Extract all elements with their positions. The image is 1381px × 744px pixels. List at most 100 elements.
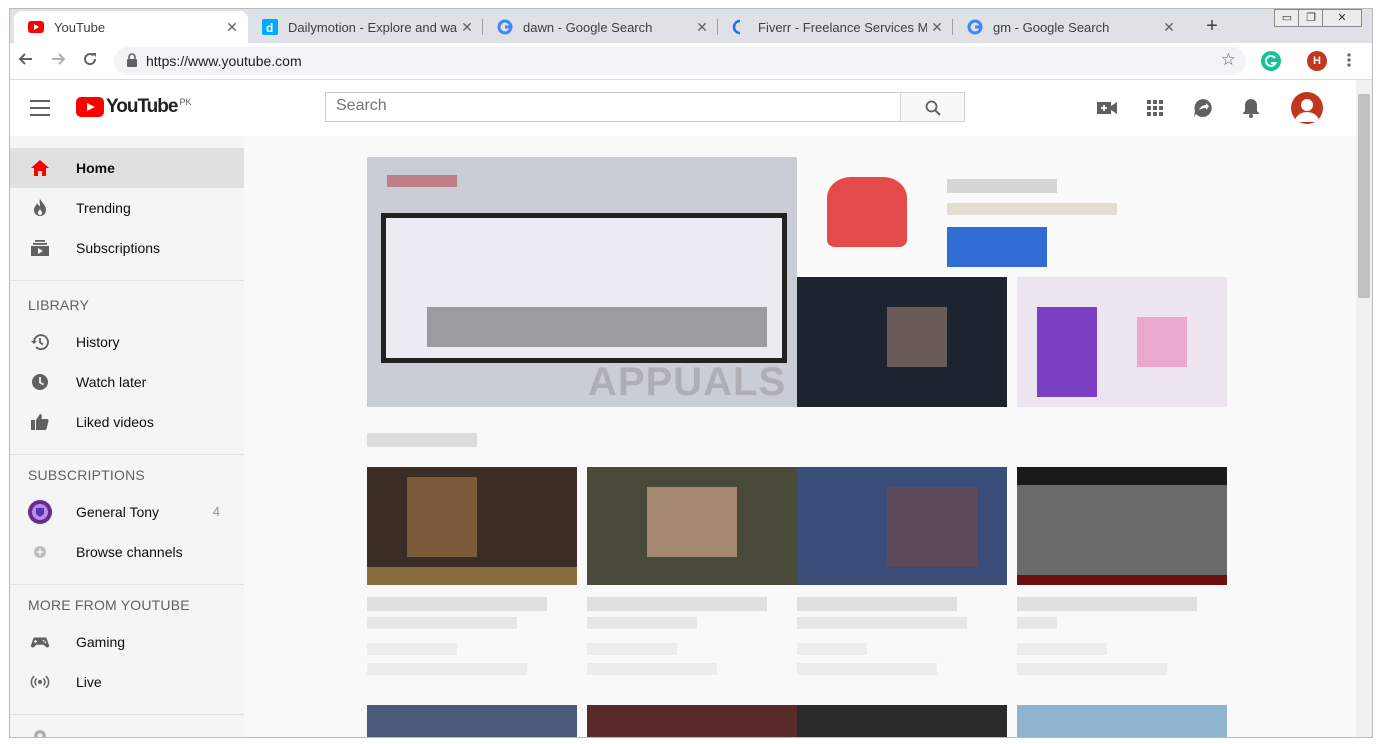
back-button[interactable] (14, 49, 38, 73)
account-avatar[interactable] (1291, 92, 1323, 124)
sidebar-item-subscriptions[interactable]: Subscriptions (10, 228, 244, 268)
notifications-button[interactable] (1239, 96, 1263, 120)
page-scrollbar[interactable] (1356, 80, 1372, 737)
reload-icon (84, 53, 97, 66)
sidebar-item-browse-channels[interactable]: Browse channels (10, 532, 244, 572)
featured-thumbnail-label-blur (387, 175, 457, 187)
create-video-button[interactable] (1095, 96, 1119, 120)
sidebar-item-liked-videos[interactable]: Liked videos (10, 402, 244, 442)
search-button[interactable] (900, 92, 965, 122)
close-icon[interactable]: ✕ (1159, 19, 1179, 36)
sidebar-divider (10, 280, 244, 281)
bookmark-star-icon[interactable]: ☆ (1221, 50, 1236, 70)
thumbnail-subject-blur (1137, 317, 1187, 367)
channel-logo-blur (827, 177, 907, 247)
history-icon (30, 332, 50, 352)
youtube-masthead: YouTube PK (10, 80, 1356, 136)
channel-title-blur (947, 179, 1057, 193)
video-camera-plus-icon (1097, 102, 1117, 114)
maximize-button[interactable]: ❐ (1298, 9, 1324, 27)
thumbs-up-icon (30, 412, 50, 432)
sidebar-item-live[interactable]: Live (10, 662, 244, 702)
sidebar-item-channel[interactable]: General Tony 4 (10, 492, 244, 532)
add-circle-icon (30, 542, 50, 562)
video-thumbnail[interactable] (1017, 467, 1227, 585)
sidebar-divider (10, 584, 244, 585)
browser-window: YouTube ✕ d Dailymotion - Explore and wa… (9, 8, 1373, 738)
tab-youtube[interactable]: YouTube ✕ (14, 11, 248, 43)
dailymotion-favicon-icon: d (262, 19, 278, 35)
channel-avatar (28, 500, 52, 524)
video-meta-blur (587, 663, 717, 675)
google-favicon-icon (967, 19, 983, 35)
close-icon[interactable]: ✕ (692, 19, 712, 36)
clock-icon (30, 372, 50, 392)
tab-fiverr[interactable]: Fiverr - Freelance Services Mark ✕ (718, 11, 953, 43)
reload-button[interactable] (78, 49, 102, 73)
tab-strip: YouTube ✕ d Dailymotion - Explore and wa… (10, 9, 1372, 43)
tab-title: Dailymotion - Explore and watch (288, 19, 457, 35)
video-thumbnail[interactable] (1017, 277, 1227, 407)
hamburger-menu-icon[interactable] (30, 100, 50, 116)
thumbnail-subject-blur (887, 487, 977, 567)
close-icon[interactable]: ✕ (222, 19, 242, 36)
youtube-logo[interactable]: YouTube PK (76, 97, 191, 119)
sidebar-item-gaming[interactable]: Gaming (10, 622, 244, 662)
share-chat-icon (1194, 99, 1212, 117)
address-bar[interactable]: ☆ (114, 47, 1246, 75)
tab-gm-search[interactable]: gm - Google Search ✕ (953, 11, 1185, 43)
profile-avatar[interactable]: H (1307, 51, 1327, 71)
thumbnail-subject-blur (1037, 307, 1097, 397)
video-thumbnail[interactable] (1017, 705, 1227, 737)
video-thumbnail[interactable] (797, 705, 1007, 737)
close-icon[interactable]: ✕ (927, 19, 947, 36)
shelf-title-blur (367, 433, 477, 447)
video-thumbnail[interactable] (797, 277, 1007, 407)
subscriptions-heading: SUBSCRIPTIONS (28, 467, 145, 483)
minimize-button[interactable]: ▭ (1274, 9, 1300, 27)
video-title-blur (1017, 617, 1057, 629)
video-meta-blur (367, 643, 457, 655)
settings-gear-icon[interactable] (30, 726, 50, 737)
channel-banner[interactable] (797, 157, 1227, 277)
new-tab-button[interactable]: + (1200, 15, 1224, 39)
search-box[interactable] (325, 92, 901, 122)
video-thumbnail[interactable] (797, 467, 1007, 585)
close-icon[interactable]: ✕ (457, 19, 477, 36)
sidebar-item-label: Liked videos (76, 414, 154, 430)
sidebar-item-trending[interactable]: Trending (10, 188, 244, 228)
youtube-page: YouTube PK Search Home Trending Subscrip… (10, 80, 1372, 737)
tab-dawn-search[interactable]: dawn - Google Search ✕ (483, 11, 718, 43)
user-avatar-icon (1295, 99, 1319, 122)
google-favicon-icon (497, 19, 513, 35)
video-thumbnail[interactable] (367, 705, 577, 737)
kebab-menu-icon (1347, 53, 1351, 67)
url-input[interactable] (146, 53, 1146, 69)
watermark-text: APPUALS (588, 360, 787, 404)
sidebar-item-watch-later[interactable]: Watch later (10, 362, 244, 402)
tab-title: gm - Google Search (993, 19, 1110, 35)
apps-button[interactable] (1143, 96, 1167, 120)
chrome-menu-button[interactable] (1337, 49, 1361, 73)
sidebar-item-label: Home (76, 160, 115, 176)
grammarly-extension-icon[interactable] (1261, 51, 1281, 71)
sidebar-item-label: History (76, 334, 120, 350)
live-broadcast-icon (30, 672, 50, 692)
flame-icon (30, 198, 50, 218)
messages-button[interactable] (1191, 96, 1215, 120)
back-arrow-icon (18, 53, 32, 65)
forward-button[interactable] (46, 49, 70, 73)
video-thumbnail[interactable] (587, 705, 797, 737)
close-window-button[interactable]: ✕ (1322, 9, 1362, 27)
video-title-blur (797, 617, 967, 629)
apps-grid-icon (1147, 100, 1163, 116)
video-thumbnail[interactable] (587, 467, 797, 585)
sidebar-item-home[interactable]: Home (10, 148, 244, 188)
subscribe-button-blur[interactable] (947, 227, 1047, 267)
scrollbar-thumb[interactable] (1358, 94, 1370, 298)
video-title-blur (1017, 597, 1197, 611)
sidebar-item-history[interactable]: History (10, 322, 244, 362)
search-input[interactable] (326, 93, 896, 119)
tab-dailymotion[interactable]: d Dailymotion - Explore and watch ✕ (248, 11, 483, 43)
video-thumbnail[interactable] (367, 467, 577, 585)
